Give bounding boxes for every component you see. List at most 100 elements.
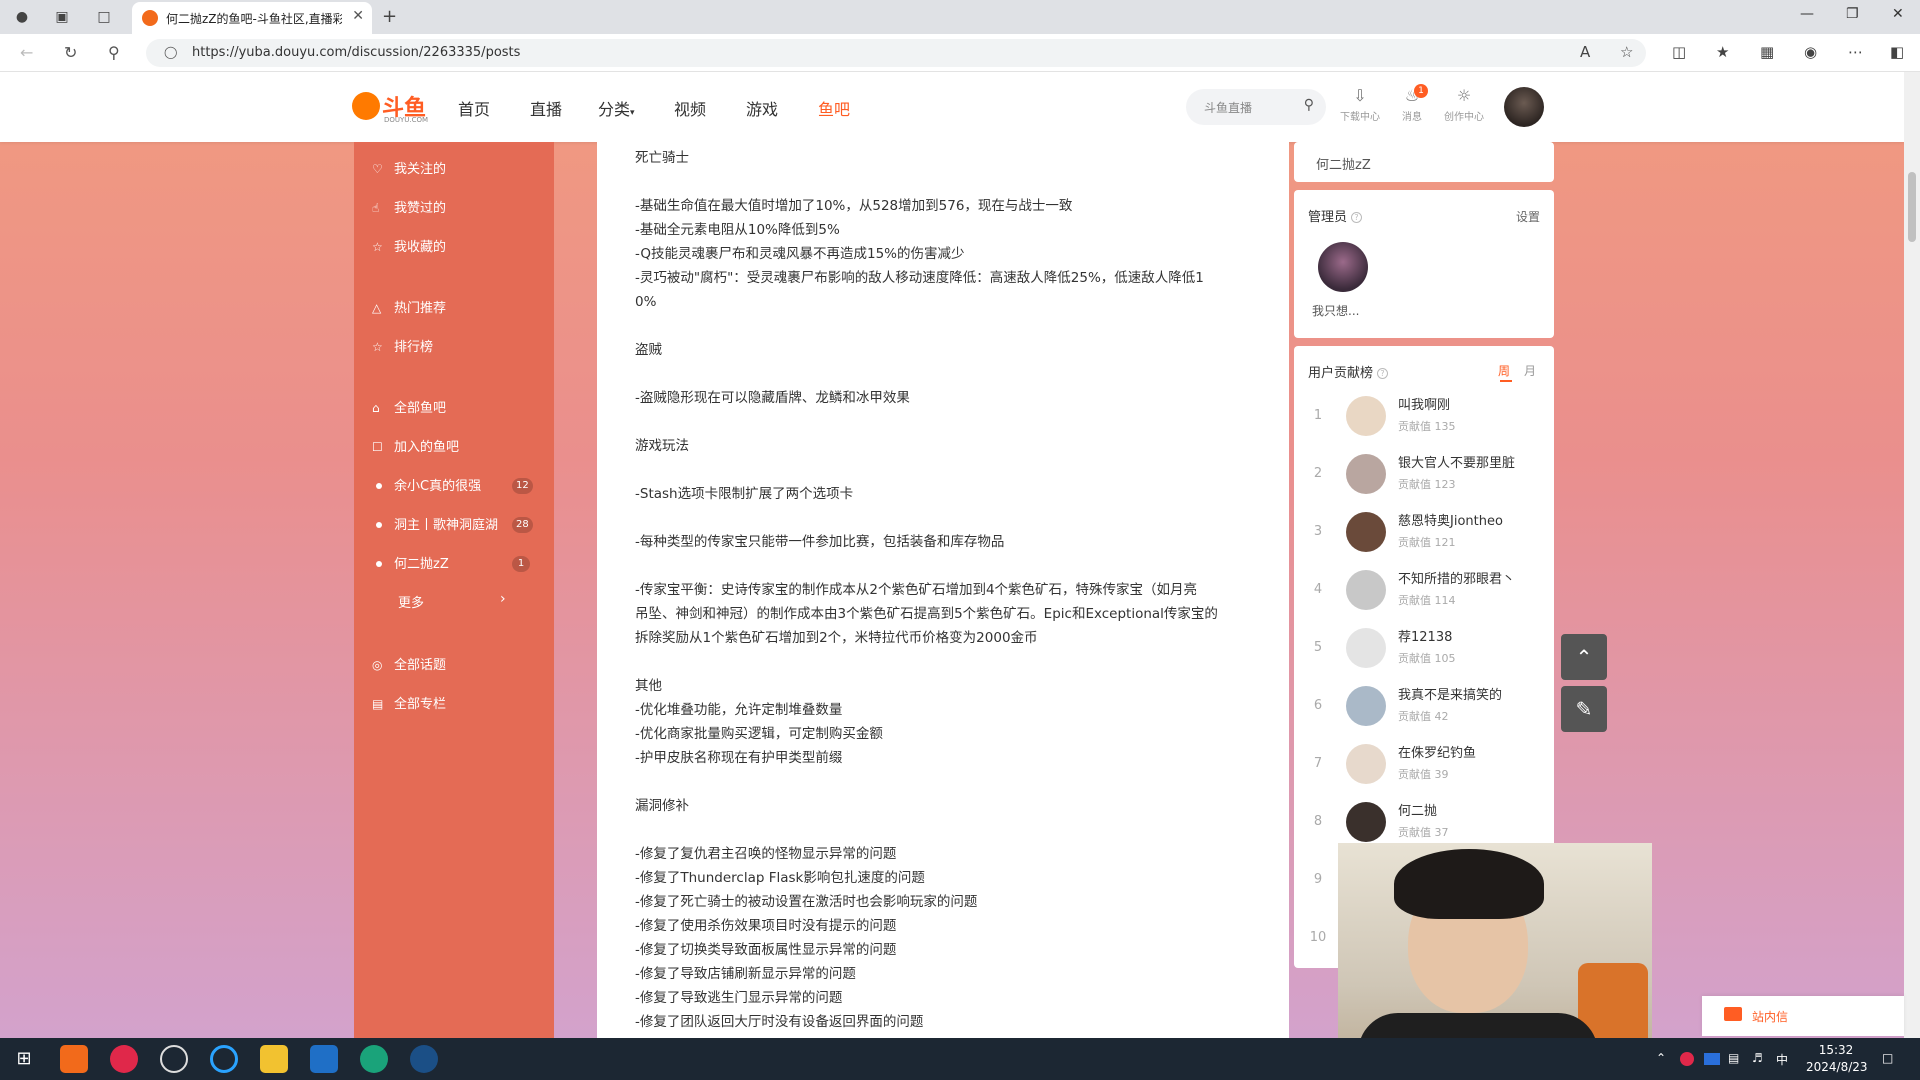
read-aloud-icon[interactable]: A [1580,43,1590,61]
back-to-top-button[interactable]: ⌃ [1561,634,1607,680]
close-window-icon[interactable]: ✕ [1892,6,1904,22]
avatar[interactable] [1346,512,1386,552]
messages-button[interactable]: ♨ 1 消息 [1386,84,1438,123]
close-tab-icon[interactable]: ✕ [352,8,364,24]
tray-app2-icon[interactable] [1704,1053,1720,1065]
download-center-button[interactable]: ⇩ 下载中心 [1334,86,1386,123]
obs-icon[interactable] [160,1045,188,1073]
rank-tab-week[interactable]: 周 [1498,362,1510,379]
browser-tab-active[interactable]: 何二抛zZ的鱼吧-斗鱼社区,直播彩 ✕ [132,2,372,34]
scrollbar-thumb[interactable] [1908,172,1916,242]
rank-user-name[interactable]: 不知所措的邪眼君丶 [1398,568,1515,587]
rank-row[interactable]: 1 叫我啊刚 贡献值 135 [1294,390,1554,448]
admin-settings-link[interactable]: 设置 [1516,208,1540,225]
rank-user-name[interactable]: 叫我啊刚 [1398,394,1450,413]
sidebar-item-joined[interactable]: ☐ 加入的鱼吧 [372,436,459,458]
help-icon[interactable]: ? [1351,212,1363,223]
avatar[interactable] [1346,396,1386,436]
rank-row[interactable]: 3 慈恩特奥Jiontheo 贡献值 121 [1294,506,1554,564]
profile-icon[interactable]: ● [12,7,32,27]
favorite-star-icon[interactable]: ☆ [1620,43,1633,61]
url-field[interactable]: ◯ https://yuba.douyu.com/discussion/2263… [146,39,1646,67]
douyu-logo[interactable]: 斗鱼 DOUYU.COM [352,90,430,124]
tray-app-icon[interactable] [1680,1052,1694,1066]
back-icon[interactable]: ← [20,43,33,62]
owner-name[interactable]: 何二抛zZ [1316,154,1371,173]
douyu-app-icon[interactable] [60,1045,88,1073]
admin-name[interactable]: 我只想... [1312,302,1359,319]
avatar[interactable] [1346,570,1386,610]
nav-live[interactable]: 直播 [530,96,562,120]
tray-chevron-icon[interactable]: ⌃ [1656,1051,1666,1065]
avatar[interactable] [1346,628,1386,668]
restore-icon[interactable]: ❐ [1846,6,1859,22]
sidebar-toggle-icon[interactable]: ◧ [1890,43,1904,61]
rank-user-name[interactable]: 在侏罗纪钓鱼 [1398,742,1476,761]
rank-user-name[interactable]: 荐12138 [1398,626,1452,645]
nav-game[interactable]: 游戏 [746,96,778,120]
taskbar-clock[interactable]: 15:32 2024/8/23 [1806,1042,1868,1076]
owl-app-icon[interactable] [260,1045,288,1073]
help-icon[interactable]: ? [1377,368,1389,379]
workspaces-icon[interactable]: ▣ [52,7,72,27]
edge-browser-icon[interactable] [360,1045,388,1073]
netease-music-icon[interactable] [110,1045,138,1073]
tab-actions-icon[interactable]: □ [94,7,114,27]
app-circle-icon[interactable] [210,1045,238,1073]
sidebar-joined-yuba-2[interactable]: 洞主丨歌神洞庭湖 [372,514,498,536]
network-icon[interactable]: ▤ [1728,1051,1739,1065]
chevron-right-icon[interactable]: › [500,591,506,607]
rank-row[interactable]: 6 我真不是来搞笑的 贡献值 42 [1294,680,1554,738]
sidebar-more[interactable]: 更多 [398,592,424,614]
nav-category[interactable]: 分类▾ [598,96,635,120]
sidebar-item-ranking[interactable]: ☆ 排行榜 [372,336,433,358]
sidebar-joined-yuba-1[interactable]: 余小C真的很强 [372,475,481,497]
admin-avatar[interactable] [1318,242,1368,292]
site-search[interactable]: 斗鱼直播 ⚲ [1186,89,1326,125]
more-menu-icon[interactable]: ⋯ [1848,43,1863,61]
rank-row[interactable]: 4 不知所措的邪眼君丶 贡献值 114 [1294,564,1554,622]
nav-yuba[interactable]: 鱼吧 [818,96,850,120]
new-tab-icon[interactable]: + [382,6,397,27]
search-icon[interactable]: ⚲ [108,43,120,62]
avatar[interactable] [1346,744,1386,784]
search-icon[interactable]: ⚲ [1304,97,1314,113]
user-avatar[interactable] [1504,87,1544,127]
extension-icon[interactable]: ◉ [1804,43,1817,61]
avatar[interactable] [1346,802,1386,842]
collections-icon[interactable]: ▦ [1760,43,1774,61]
sidebar-item-all-yuba[interactable]: ⌂ 全部鱼吧 [372,397,446,419]
windows-start-icon[interactable]: ⊞ [10,1045,38,1073]
nav-home[interactable]: 首页 [458,96,490,120]
minimize-icon[interactable]: — [1800,6,1814,22]
notification-icon[interactable]: □ [1882,1051,1893,1065]
sidebar-item-all-topics[interactable]: ◎ 全部话题 [372,654,446,676]
rank-tab-month[interactable]: 月 [1524,362,1536,379]
page-scrollbar[interactable] [1904,72,1920,1038]
creator-center-button[interactable]: ☼ 创作中心 [1438,86,1490,123]
sidebar-item-liked[interactable]: ☝ 我赞过的 [372,197,446,219]
write-post-button[interactable]: ✎ [1561,686,1607,732]
nav-video[interactable]: 视频 [674,96,706,120]
site-message-button[interactable]: 站内信 [1702,996,1904,1036]
volume-icon[interactable]: ♬ [1752,1051,1763,1065]
sidebar-item-all-columns[interactable]: ▤ 全部专栏 [372,693,446,715]
avatar[interactable] [1346,686,1386,726]
sidebar-item-hot[interactable]: △ 热门推荐 [372,297,446,319]
sidebar-item-following[interactable]: ♡ 我关注的 [372,158,446,180]
rank-row[interactable]: 7 在侏罗纪钓鱼 贡献值 39 [1294,738,1554,796]
ime-indicator[interactable]: 中 [1776,1051,1788,1068]
rank-row[interactable]: 5 荐12138 贡献值 105 [1294,622,1554,680]
avatar[interactable] [1346,454,1386,494]
rank-user-name[interactable]: 银大官人不要那里脏 [1398,452,1515,471]
rank-user-name[interactable]: 我真不是来搞笑的 [1398,684,1502,703]
rank-user-name[interactable]: 慈恩特奥Jiontheo [1398,510,1503,529]
sidebar-item-favorites[interactable]: ☆ 我收藏的 [372,236,446,258]
rank-row[interactable]: 2 银大官人不要那里脏 贡献值 123 [1294,448,1554,506]
steam-icon[interactable] [410,1045,438,1073]
rank-user-name[interactable]: 何二抛 [1398,800,1437,819]
sidebar-joined-yuba-3[interactable]: 何二抛zZ [372,553,449,575]
favorites-icon[interactable]: ★ [1716,43,1729,61]
split-screen-icon[interactable]: ◫ [1672,43,1686,61]
game-app-icon[interactable] [310,1045,338,1073]
